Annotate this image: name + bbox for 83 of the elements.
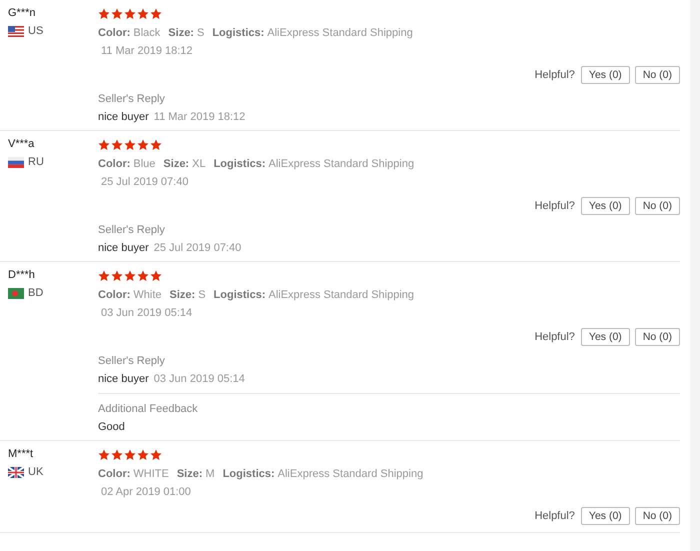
attribute-label: Color: bbox=[98, 158, 130, 170]
attribute-value: AliExpress Standard Shipping bbox=[268, 289, 414, 301]
reply-title: Seller's Reply bbox=[98, 224, 166, 236]
flag-icon bbox=[8, 26, 24, 36]
attribute-value: WHITE bbox=[133, 468, 169, 480]
flag-icon bbox=[8, 156, 24, 168]
reviewer-name: D***h bbox=[8, 269, 36, 281]
attribute-label: Size: bbox=[163, 158, 190, 170]
country-code: RU bbox=[28, 156, 44, 168]
country-code: BD bbox=[28, 287, 44, 299]
attribute-value: S bbox=[196, 27, 204, 39]
star-icon bbox=[98, 449, 110, 461]
star-icon bbox=[137, 8, 149, 20]
flag-icon bbox=[8, 288, 24, 298]
star-icon bbox=[111, 449, 123, 461]
attribute-label: Size: bbox=[170, 289, 196, 301]
attribute-label: Logistics: bbox=[222, 468, 275, 480]
yes-button[interactable]: Yes (0) bbox=[580, 507, 630, 525]
reviewer-name: V***a bbox=[8, 138, 36, 150]
reviewer-name: M***t bbox=[8, 448, 34, 460]
country-code: UK bbox=[28, 466, 44, 478]
star-icon bbox=[124, 270, 136, 282]
star-icon bbox=[98, 139, 110, 151]
feedback-text: Good bbox=[98, 421, 126, 433]
attribute-label: Color: bbox=[98, 468, 130, 480]
reply-date: 11 Mar 2019 18:12 bbox=[154, 111, 246, 123]
helpful-label: Helpful? bbox=[534, 510, 575, 522]
attribute-value: AliExpress Standard Shipping bbox=[268, 158, 414, 170]
yes-button[interactable]: Yes (0) bbox=[580, 66, 630, 84]
country-code: US bbox=[28, 25, 44, 37]
star-icon bbox=[98, 270, 110, 282]
yes-button[interactable]: Yes (0) bbox=[580, 197, 630, 215]
star-icon bbox=[150, 270, 162, 282]
attribute-label: Size: bbox=[168, 27, 194, 39]
attribute-label: Color: bbox=[98, 27, 130, 39]
attribute-value: S bbox=[198, 289, 206, 301]
star-icon bbox=[137, 270, 149, 282]
review-date: 02 Apr 2019 01:00 bbox=[101, 486, 192, 498]
feedback-title: Additional Feedback bbox=[98, 403, 199, 415]
no-button[interactable]: No (0) bbox=[634, 328, 680, 346]
star-icon bbox=[150, 449, 162, 461]
review-date: 11 Mar 2019 18:12 bbox=[101, 45, 194, 57]
star-icon bbox=[124, 139, 136, 151]
reply-date: 03 Jun 2019 05:14 bbox=[154, 373, 245, 385]
attribute-value: AliExpress Standard Shipping bbox=[267, 27, 413, 39]
reply-text: nice buyer bbox=[98, 111, 149, 123]
reply-text: nice buyer bbox=[98, 242, 149, 254]
reply-title: Seller's Reply bbox=[98, 93, 166, 105]
reply-title: Seller's Reply bbox=[98, 355, 166, 367]
star-icon bbox=[111, 139, 123, 151]
attribute-label: Color: bbox=[98, 289, 130, 301]
star-icon bbox=[124, 449, 136, 461]
helpful-label: Helpful? bbox=[534, 69, 575, 81]
no-button[interactable]: No (0) bbox=[634, 507, 680, 525]
star-icon bbox=[111, 270, 123, 282]
attribute-value: White bbox=[133, 289, 162, 301]
no-button[interactable]: No (0) bbox=[634, 66, 680, 84]
attribute-value: AliExpress Standard Shipping bbox=[278, 468, 424, 480]
star-icon bbox=[111, 8, 123, 20]
star-icon bbox=[150, 139, 162, 151]
no-button[interactable]: No (0) bbox=[634, 197, 680, 215]
reply-date: 25 Jul 2019 07:40 bbox=[154, 242, 242, 254]
helpful-label: Helpful? bbox=[534, 331, 575, 343]
attribute-label: Logistics: bbox=[214, 158, 266, 170]
star-icon bbox=[137, 449, 149, 461]
attribute-label: Logistics: bbox=[212, 27, 264, 39]
attribute-value: M bbox=[206, 468, 215, 480]
attribute-label: Logistics: bbox=[214, 289, 266, 301]
attribute-label: Size: bbox=[176, 468, 203, 480]
star-icon bbox=[137, 139, 149, 151]
star-icon bbox=[98, 8, 110, 20]
flag-icon bbox=[8, 466, 24, 478]
reviewer-name: G***n bbox=[8, 7, 37, 19]
reply-text: nice buyer bbox=[98, 373, 149, 385]
attribute-value: Black bbox=[133, 27, 160, 39]
review-date: 03 Jun 2019 05:14 bbox=[101, 307, 194, 319]
attribute-value: XL bbox=[192, 158, 206, 170]
star-icon bbox=[150, 8, 162, 20]
yes-button[interactable]: Yes (0) bbox=[580, 328, 630, 346]
star-icon bbox=[124, 8, 136, 20]
review-date: 25 Jul 2019 07:40 bbox=[101, 176, 190, 188]
helpful-label: Helpful? bbox=[534, 200, 575, 212]
attribute-value: Blue bbox=[133, 158, 156, 170]
